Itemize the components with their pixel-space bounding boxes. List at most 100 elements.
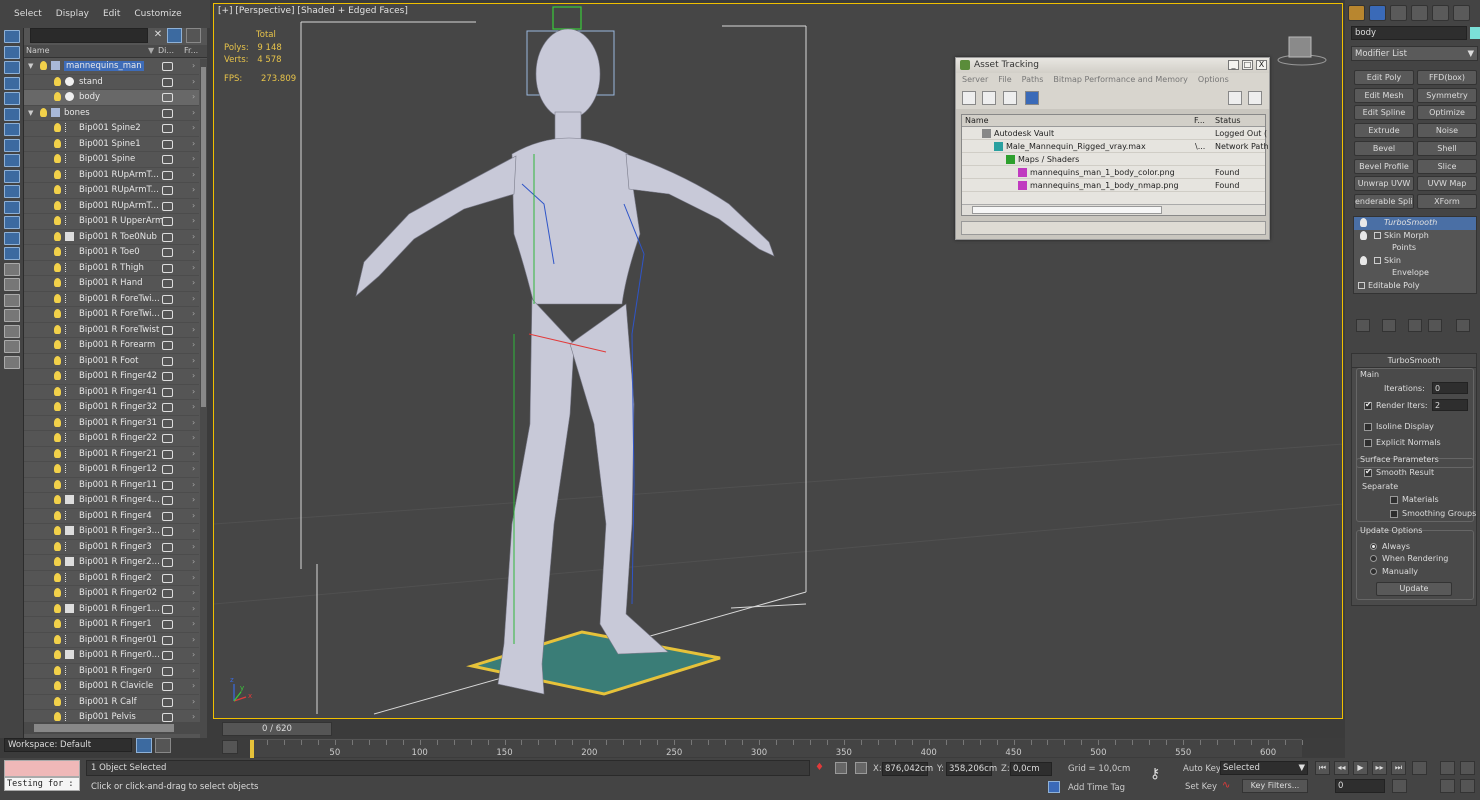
remove-modifier-icon[interactable] [1428, 319, 1442, 332]
menu-customize[interactable]: Customize [134, 9, 181, 19]
options-icon[interactable] [186, 28, 201, 43]
expand-arrow-icon[interactable]: ▼ [28, 62, 33, 70]
visibility-bulb-icon[interactable] [54, 619, 61, 628]
freeze-toggle-icon[interactable]: › [192, 340, 195, 349]
filter-toggle-icon[interactable] [4, 123, 20, 136]
modifier-button[interactable]: Extrude [1354, 123, 1414, 139]
visibility-bulb-icon[interactable] [54, 262, 61, 272]
modifier-button[interactable]: Slice [1417, 158, 1477, 174]
motion-tab-icon[interactable] [1411, 5, 1428, 21]
explicit-normals-checkbox[interactable] [1364, 439, 1372, 447]
freeze-toggle-icon[interactable]: › [192, 697, 195, 706]
filter-toggle-icon[interactable] [4, 231, 20, 245]
freeze-toggle-icon[interactable]: › [192, 449, 195, 458]
display-toggle-icon[interactable] [162, 279, 173, 288]
explorer-row[interactable]: Bip001 R Hand › [24, 276, 199, 292]
explorer-row[interactable]: Bip001 R Finger3 › [24, 540, 199, 555]
freeze-toggle-icon[interactable]: › [192, 526, 195, 535]
visibility-bulb-icon[interactable] [54, 402, 61, 411]
filter-toggle-icon[interactable] [4, 355, 20, 369]
freeze-toggle-icon[interactable]: › [192, 495, 195, 504]
explorer-row[interactable]: Bip001 RUpArmT... › [24, 168, 199, 183]
display-toggle-icon[interactable] [162, 418, 173, 428]
settings-icon[interactable] [1248, 91, 1262, 105]
visibility-bulb-icon[interactable] [54, 247, 61, 256]
modifier-button[interactable]: UVW Map [1417, 176, 1477, 192]
previous-frame-icon[interactable]: ◂◂ [1334, 761, 1349, 775]
modifier-button[interactable]: Edit Mesh [1354, 87, 1414, 103]
menu-options[interactable]: Options [1198, 73, 1229, 87]
filter-toggle-icon[interactable] [4, 247, 20, 260]
key-set-dropdown[interactable]: Selected ▼ [1220, 761, 1308, 775]
smooth-result-checkbox[interactable] [1364, 467, 1372, 477]
modifier-button[interactable]: FFD(box) [1417, 70, 1477, 85]
visibility-bulb-icon[interactable] [54, 588, 61, 597]
play-icon[interactable]: ▶ [1353, 761, 1368, 775]
visibility-bulb-icon[interactable] [40, 61, 47, 70]
visibility-bulb-icon[interactable] [54, 371, 61, 380]
freeze-toggle-icon[interactable]: › [192, 650, 195, 659]
create-tab-icon[interactable] [1348, 5, 1365, 21]
scroll-thumb[interactable] [201, 67, 206, 407]
visibility-bulb-icon[interactable] [54, 696, 61, 706]
current-frame-marker[interactable] [250, 740, 254, 758]
display-toggle-icon[interactable] [162, 294, 173, 304]
freeze-toggle-icon[interactable]: › [192, 635, 195, 644]
explorer-row[interactable]: stand › [24, 75, 199, 90]
freeze-toggle-icon[interactable]: › [192, 216, 195, 225]
visibility-bulb-icon[interactable] [54, 464, 61, 473]
asset-row[interactable]: Maps / Shaders [962, 153, 1265, 166]
render-iters-checkbox[interactable] [1364, 400, 1372, 410]
menu-bitmap-performance[interactable]: Bitmap Performance and Memory [1053, 73, 1188, 87]
display-toggle-icon[interactable] [162, 108, 173, 118]
visibility-bulb-icon[interactable] [54, 557, 61, 566]
explorer-row[interactable]: Bip001 R Foot › [24, 354, 199, 369]
asset-row[interactable]: Male_Mannequin_Rigged_vray.max \... Networ… [962, 140, 1269, 153]
filter-toggle-icon[interactable] [4, 324, 20, 338]
freeze-toggle-icon[interactable]: › [192, 433, 195, 442]
z-coordinate-field[interactable]: 0,0cm [1010, 762, 1052, 776]
display-toggle-icon[interactable] [162, 449, 173, 459]
explorer-row[interactable]: Bip001 R Thigh › [24, 261, 199, 276]
visibility-bulb-icon[interactable] [54, 185, 61, 194]
asset-tracking-window[interactable]: Asset Tracking _ □ X Server File Paths B… [955, 57, 1270, 240]
explorer-row[interactable]: Bip001 R ForeTwi... › [24, 292, 199, 307]
visibility-bulb-icon[interactable] [54, 200, 61, 210]
filter-toggle-icon[interactable] [4, 309, 20, 322]
filter-toggle-icon[interactable] [4, 61, 20, 74]
display-toggle-icon[interactable] [162, 155, 173, 164]
go-to-end-icon[interactable]: ⏭ [1391, 761, 1406, 775]
menu-edit[interactable]: Edit [103, 9, 120, 19]
visibility-bulb-icon[interactable] [54, 433, 61, 442]
render-iters-spinner[interactable]: 2 [1432, 399, 1468, 411]
maxscript-listener[interactable] [4, 760, 80, 777]
explorer-row[interactable]: Bip001 R Finger02 › [24, 586, 199, 602]
freeze-toggle-icon[interactable]: › [192, 61, 195, 70]
freeze-toggle-icon[interactable]: › [192, 247, 195, 256]
freeze-toggle-icon[interactable]: › [192, 170, 195, 179]
explorer-row[interactable]: Bip001 R Finger21 › [24, 447, 199, 462]
hscroll-thumb[interactable] [34, 724, 174, 732]
visibility-bulb-icon[interactable] [54, 386, 61, 396]
explorer-row[interactable]: Bip001 R Clavicle › [24, 679, 199, 695]
explorer-row[interactable]: Bip001 R Toe0Nub › [24, 230, 199, 245]
display-toggle-icon[interactable] [162, 372, 173, 381]
explorer-row[interactable]: ▼ mannequins_man › [24, 59, 199, 75]
explorer-row[interactable]: Bip001 R Finger41 › [24, 385, 199, 400]
time-tag-icon[interactable] [1048, 781, 1060, 793]
zoom-icon[interactable] [1440, 761, 1455, 775]
curve-icon[interactable]: ∿ [1222, 780, 1238, 794]
explorer-row[interactable]: Bip001 R Finger4... › [24, 493, 199, 509]
workspace-dropdown[interactable]: Workspace: Default [4, 738, 132, 752]
display-toggle-icon[interactable] [162, 589, 173, 598]
viewcube-icon[interactable] [1277, 36, 1327, 66]
freeze-toggle-icon[interactable]: › [192, 278, 195, 287]
explorer-row[interactable]: Bip001 R Forearm › [24, 338, 199, 354]
visibility-bulb-icon[interactable] [54, 169, 61, 179]
display-toggle-icon[interactable] [162, 403, 173, 412]
key-filters-button[interactable]: Key Filters... [1242, 779, 1308, 793]
freeze-toggle-icon[interactable]: › [192, 480, 195, 489]
track-bar-icon[interactable] [222, 740, 238, 754]
display-toggle-icon[interactable] [162, 310, 173, 319]
update-button[interactable]: Update [1376, 582, 1452, 596]
